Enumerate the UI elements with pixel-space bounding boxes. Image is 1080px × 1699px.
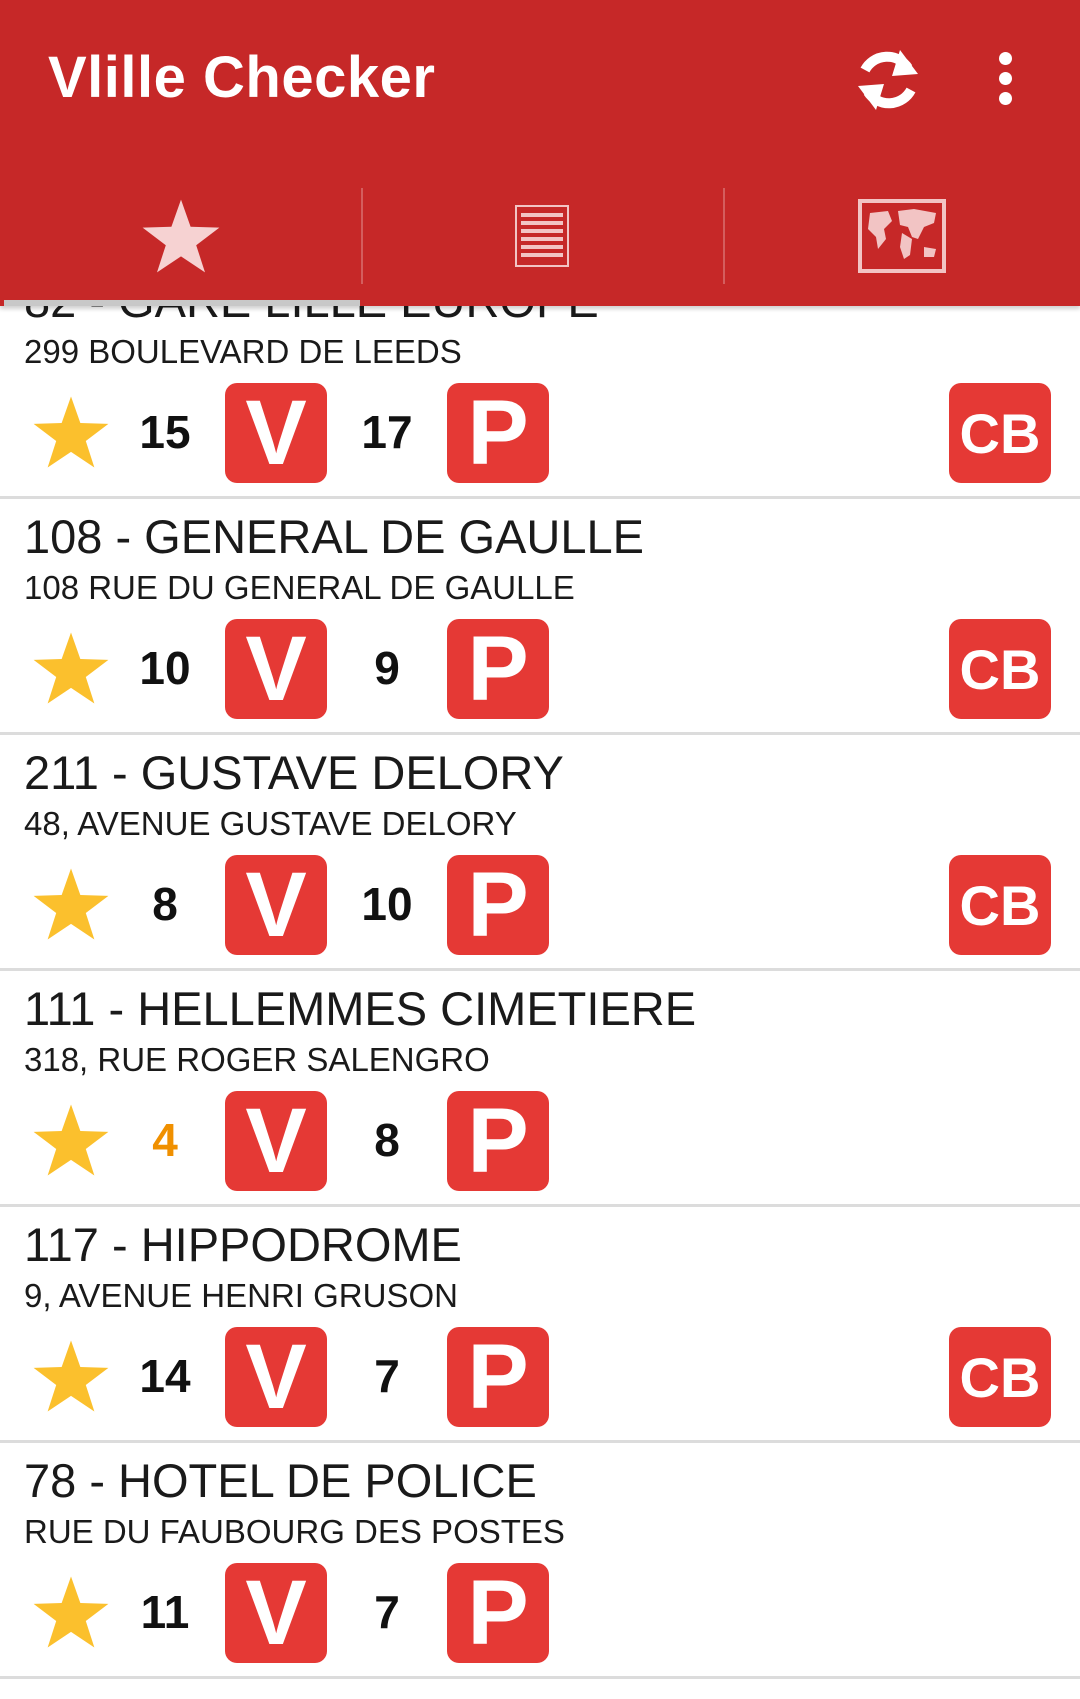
star-icon: [141, 198, 221, 279]
places-badge: P: [447, 1090, 549, 1192]
places-available-count: 10: [361, 878, 413, 930]
tab-favorites[interactable]: [0, 170, 361, 306]
favorite-star-icon[interactable]: [32, 867, 110, 941]
card-payment-badge: CB: [949, 1327, 1051, 1427]
favorite-star-icon[interactable]: [32, 1103, 110, 1177]
station-address: RUE DU FAUBOURG DES POSTES: [24, 1513, 565, 1550]
card-payment-badge: CB: [949, 855, 1051, 955]
station-row[interactable]: 82 - GARE LILLE EUROPE 299 BOULEVARD DE L…: [0, 306, 1080, 499]
places-available-count: 9: [374, 642, 400, 694]
station-name: 211 - GUSTAVE DELORY: [24, 746, 564, 799]
bikes-badge: V: [225, 1090, 327, 1192]
bikes-available-count: 15: [139, 406, 191, 458]
places-available-count: 7: [374, 1586, 400, 1638]
places-badge: P: [447, 854, 549, 956]
station-name: 117 - HIPPODROME: [24, 1218, 462, 1271]
tab-bar: [0, 170, 1080, 306]
places-badge: P: [447, 1326, 549, 1428]
places-badge: P: [447, 618, 549, 720]
bikes-available-count: 11: [140, 1586, 190, 1638]
tab-list[interactable]: [361, 170, 723, 306]
station-row[interactable]: 78 - HOTEL DE POLICE RUE DU FAUBOURG DES …: [0, 1443, 1080, 1679]
more-vert-icon[interactable]: [990, 52, 1020, 112]
station-address: 299 BOULEVARD DE LEEDS: [24, 333, 462, 370]
bikes-available-count: 4: [152, 1114, 178, 1166]
places-available-count: 17: [361, 406, 413, 458]
app-title: Vlille Checker: [48, 45, 436, 110]
bikes-badge: V: [225, 618, 327, 720]
tab-map[interactable]: [723, 170, 1080, 306]
station-row[interactable]: 111 - HELLEMMES CIMETIERE 318, RUE ROGER …: [0, 971, 1080, 1207]
bikes-available-count: 14: [139, 1350, 191, 1402]
station-row[interactable]: 108 - GENERAL DE GAULLE 108 RUE DU GENERA…: [0, 499, 1080, 735]
favorite-star-icon[interactable]: [32, 1339, 110, 1413]
station-address: 108 RUE DU GENERAL DE GAULLE: [24, 569, 575, 606]
bikes-available-count: 8: [152, 878, 178, 930]
list-icon: [515, 204, 569, 272]
favorite-star-icon[interactable]: [32, 631, 110, 705]
bikes-badge: V: [225, 854, 327, 956]
bikes-badge: V: [225, 1326, 327, 1428]
station-address: 48, AVENUE GUSTAVE DELORY: [24, 805, 517, 842]
app-bar: Vlille Checker: [0, 0, 1080, 306]
places-badge: P: [447, 1562, 549, 1664]
card-payment-badge: CB: [949, 619, 1051, 719]
places-available-count: 8: [374, 1114, 400, 1166]
station-name: 108 - GENERAL DE GAULLE: [24, 510, 644, 563]
station-row[interactable]: 211 - GUSTAVE DELORY 48, AVENUE GUSTAVE D…: [0, 735, 1080, 971]
station-name: 111 - HELLEMMES CIMETIERE: [24, 982, 697, 1035]
favorite-star-icon[interactable]: [32, 1575, 110, 1649]
map-icon: [857, 198, 946, 278]
station-address: 318, RUE ROGER SALENGRO: [24, 1041, 490, 1078]
bikes-badge: V: [225, 1562, 327, 1664]
bikes-available-count: 10: [139, 642, 191, 694]
places-badge: P: [447, 382, 549, 484]
station-name: 82 - GARE LILLE EUROPE: [24, 306, 599, 328]
favorite-star-icon[interactable]: [32, 395, 110, 469]
places-available-count: 7: [374, 1350, 400, 1402]
station-address: 9, AVENUE HENRI GRUSON: [24, 1277, 458, 1314]
station-list[interactable]: 82 - GARE LILLE EUROPE 299 BOULEVARD DE L…: [0, 306, 1080, 1699]
bikes-badge: V: [225, 382, 327, 484]
station-row[interactable]: 117 - HIPPODROME 9, AVENUE HENRI GRUSON 14…: [0, 1207, 1080, 1443]
station-name: 78 - HOTEL DE POLICE: [24, 1454, 537, 1507]
row-divider: [0, 1676, 1080, 1679]
card-payment-badge: CB: [949, 383, 1051, 483]
refresh-icon[interactable]: [848, 40, 928, 120]
tab-indicator: [4, 300, 360, 306]
